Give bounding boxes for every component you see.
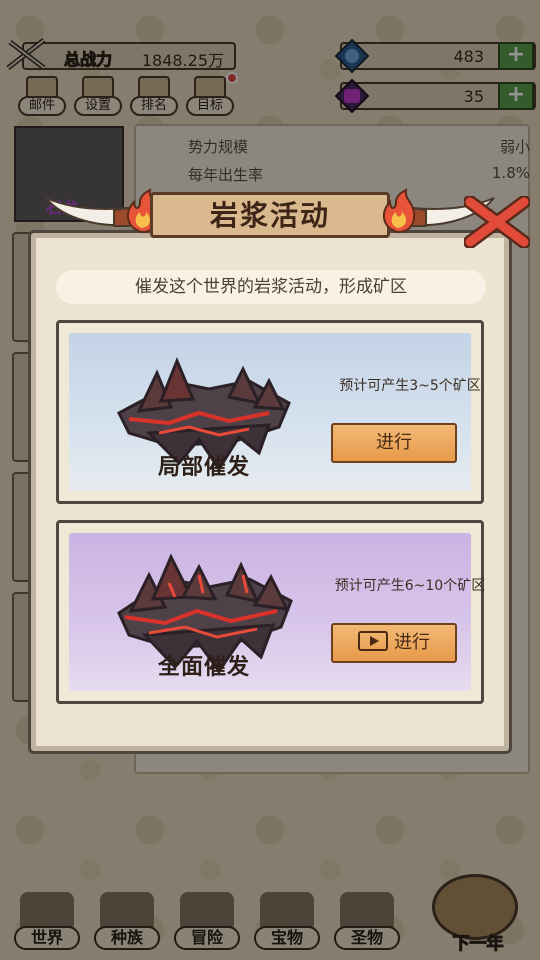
option-full-trigger: 全面催发 预计可产生6~10个矿区 进行 <box>56 520 485 704</box>
dialog-description: 催发这个世界的岩浆活动，形成矿区 <box>56 270 486 304</box>
option-description: 预计可产生3~5个矿区 <box>339 378 481 394</box>
option-description: 预计可产生6~10个矿区 <box>334 578 486 594</box>
close-icon[interactable] <box>464 196 530 248</box>
horn-decoration-icon <box>45 197 130 227</box>
flame-icon <box>382 188 416 234</box>
option-background: 局部催发 预计可产生3~5个矿区 进行 <box>69 333 481 491</box>
option-title: 局部催发 <box>157 455 250 480</box>
proceed-video-button[interactable]: 进行 <box>331 623 457 663</box>
option-background: 全面催发 预计可产生6~10个矿区 进行 <box>69 533 485 691</box>
proceed-button-label: 进行 <box>376 432 412 453</box>
dialog-title: 岩浆活动 <box>209 199 330 232</box>
proceed-button[interactable]: 进行 <box>331 423 457 463</box>
dialog-title-banner: 岩浆活动 <box>120 188 420 244</box>
proceed-button-label: 进行 <box>394 632 430 653</box>
video-ad-icon <box>358 631 388 651</box>
option-partial-trigger: 局部催发 预计可产生3~5个矿区 进行 <box>56 320 484 504</box>
option-title: 全面催发 <box>157 655 250 680</box>
